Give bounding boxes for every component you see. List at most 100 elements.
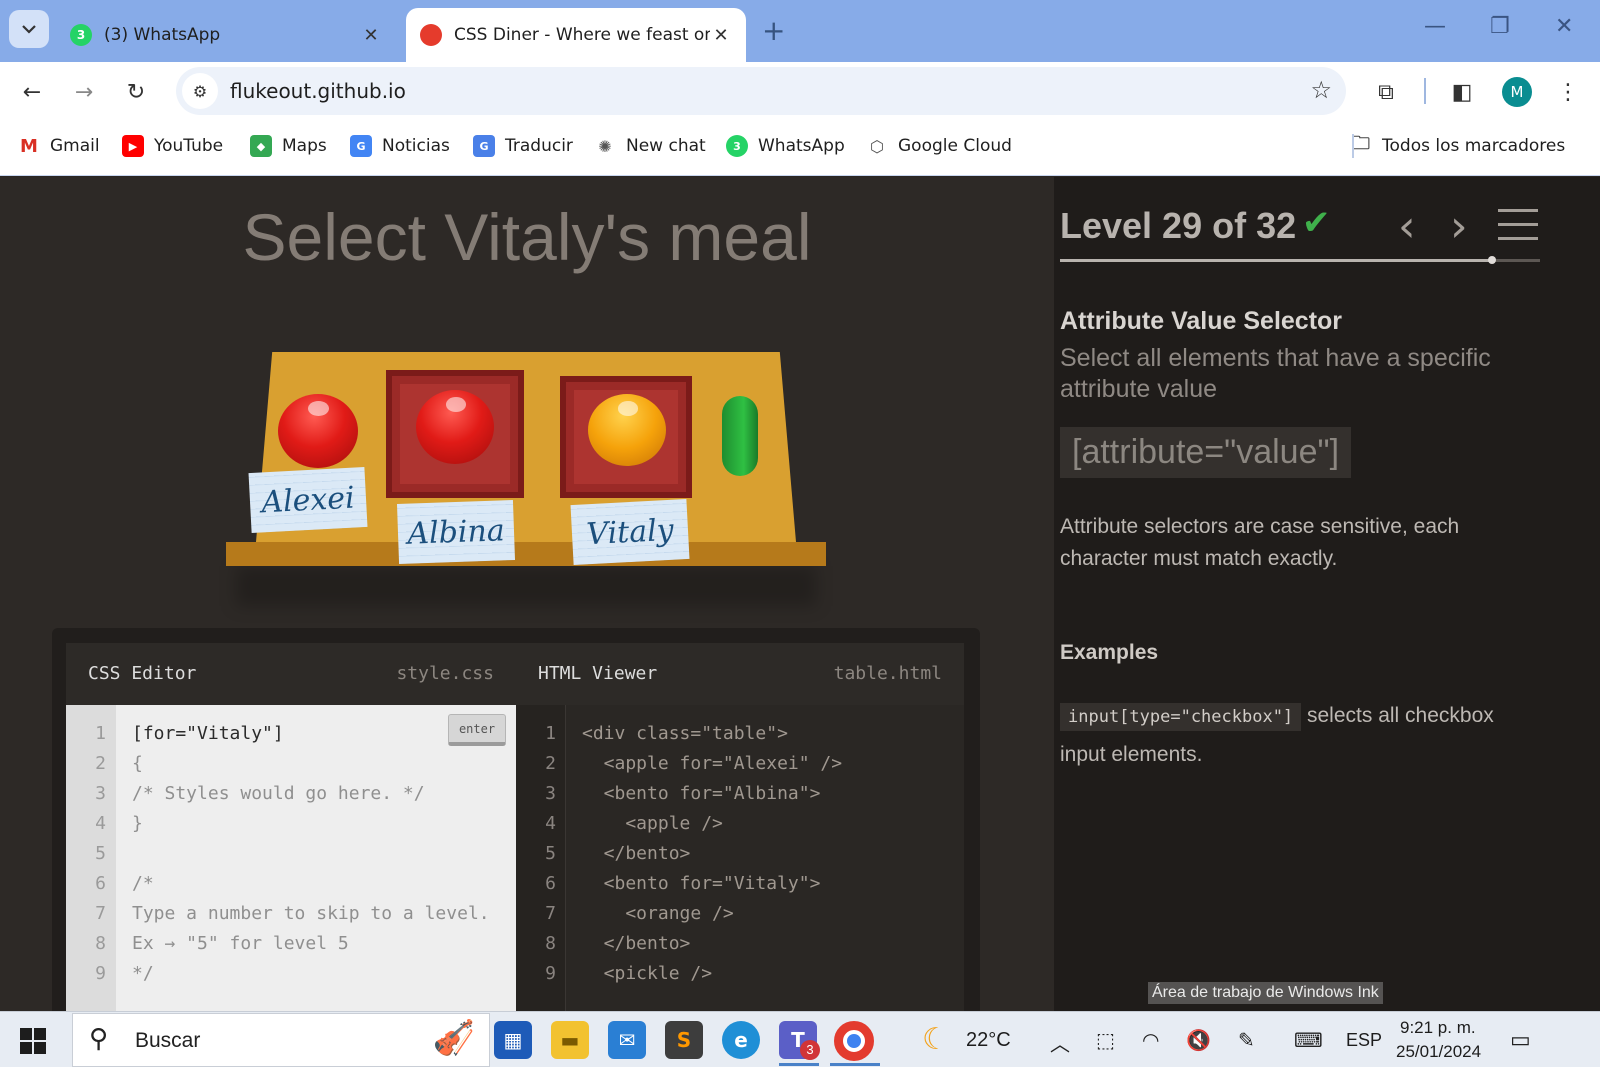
name-note: Alexei (248, 467, 368, 533)
bento-vitaly[interactable] (560, 376, 692, 498)
edge-icon[interactable]: e (722, 1021, 760, 1059)
html-viewer-header: HTML Viewer table.html (516, 643, 964, 705)
mail-icon[interactable]: ✉ (608, 1021, 646, 1059)
previous-level-icon[interactable]: ‹ (1398, 201, 1416, 252)
chevron-up-icon[interactable]: ︿ (1050, 1028, 1070, 1057)
html-code-line: </bento> (582, 843, 691, 864)
forward-button[interactable]: → (68, 76, 100, 108)
pen-icon[interactable]: ✎ (1238, 1028, 1255, 1052)
bookmark-gmail[interactable]: M Gmail (18, 135, 100, 157)
windows-start-icon[interactable] (20, 1028, 46, 1054)
enter-button[interactable]: enter (448, 714, 506, 746)
minimize-button[interactable]: — (1424, 14, 1446, 39)
profile-avatar[interactable]: M (1502, 77, 1532, 107)
apple[interactable] (278, 394, 358, 468)
youtube-icon: ▶ (122, 135, 144, 157)
toolbar: ← → ↻ ⚙ flukeout.github.io ☆ ⧉ ◧ M ⋮ (0, 62, 1600, 120)
whatsapp-icon: 3 (70, 24, 92, 46)
html-viewer-title: HTML Viewer (538, 663, 658, 684)
gmail-icon: M (18, 135, 40, 157)
volume-muted-icon[interactable]: 🔇 (1186, 1028, 1211, 1052)
site-info-icon[interactable]: ⚙ (182, 73, 218, 109)
apple[interactable] (416, 390, 494, 464)
line-number: 3 (545, 783, 556, 804)
line-number: 5 (95, 843, 106, 864)
bookmark-youtube[interactable]: ▶ YouTube (122, 135, 223, 157)
bookmark-maps[interactable]: ◆ Maps (250, 135, 327, 157)
tab-css-diner[interactable]: CSS Diner - Where we feast on CSS ✕ (406, 8, 746, 62)
line-number: 5 (545, 843, 556, 864)
new-tab-button[interactable]: + (762, 14, 785, 47)
wifi-icon[interactable]: ◠ (1142, 1028, 1159, 1052)
bookmark-new-chat[interactable]: ✺ New chat (594, 135, 706, 157)
translate-icon: G (473, 135, 495, 157)
line-number: 4 (545, 813, 556, 834)
pickle[interactable] (722, 396, 758, 476)
bookmark-google-cloud[interactable]: ⬡ Google Cloud (866, 135, 1012, 157)
html-code-line: <div class="table"> (582, 723, 788, 744)
active-app-indicator (830, 1063, 880, 1066)
close-window-button[interactable]: ✕ (1555, 14, 1573, 39)
side-panel-icon[interactable]: ◧ (1446, 76, 1478, 108)
next-level-icon[interactable]: › (1450, 201, 1468, 252)
line-number: 2 (545, 753, 556, 774)
meet-now-icon[interactable]: ⬚ (1096, 1028, 1115, 1052)
store-icon[interactable]: ▦ (494, 1021, 532, 1059)
extensions-icon[interactable]: ⧉ (1370, 76, 1402, 108)
line-number: 8 (545, 933, 556, 954)
tab-title: CSS Diner - Where we feast on CSS (454, 25, 710, 45)
bookmark-whatsapp[interactable]: 3 WhatsApp (726, 135, 845, 157)
address-bar[interactable]: ⚙ flukeout.github.io ☆ (176, 67, 1346, 115)
name-note: Albina (396, 499, 516, 565)
bookmark-star-icon[interactable]: ☆ (1310, 76, 1332, 104)
css-editor-header: CSS Editor style.css (66, 643, 516, 705)
line-number: 6 (95, 873, 106, 894)
bento-albina[interactable] (386, 370, 524, 498)
news-icon: G (350, 135, 372, 157)
html-code-line: <pickle /> (582, 963, 713, 984)
css-code-line: /* Styles would go here. */ (132, 783, 425, 804)
back-button[interactable]: ← (16, 76, 48, 108)
bookmark-noticias[interactable]: G Noticias (350, 135, 450, 157)
tab-search-button[interactable] (9, 10, 49, 48)
html-code-line: <apple for="Alexei" /> (582, 753, 843, 774)
file-explorer-icon[interactable]: ▬ (551, 1021, 589, 1059)
css-editor[interactable]: 1 [for="Vitaly"] 2 {3 /* Styles would go her… (66, 705, 516, 1011)
css-code-line: /* (132, 873, 154, 894)
tab-title: (3) WhatsApp (104, 25, 221, 45)
sublime-text-icon[interactable]: S (665, 1021, 703, 1059)
check-icon: ✔ (1302, 203, 1331, 243)
notifications-icon[interactable]: ▭ (1510, 1028, 1531, 1053)
close-icon[interactable]: ✕ (710, 25, 732, 46)
html-code-line: <apple /> (582, 813, 723, 834)
examples-title: Examples (1060, 641, 1159, 664)
line-number: 3 (95, 783, 106, 804)
orange[interactable] (588, 394, 666, 466)
css-input-line[interactable]: [for="Vitaly"] (132, 719, 284, 749)
chrome-icon[interactable] (834, 1021, 874, 1061)
moon-icon: ☾ (922, 1022, 949, 1057)
example-code: input[type="checkbox"] (1060, 703, 1302, 731)
line-number: 6 (545, 873, 556, 894)
weather-temp[interactable]: 22°C (966, 1029, 1011, 1052)
close-icon[interactable]: ✕ (360, 25, 382, 46)
taskbar-search[interactable]: ⚲ Buscar 🎻 (72, 1013, 490, 1067)
keyboard-icon[interactable]: ⌨ (1294, 1028, 1323, 1052)
clock-time[interactable]: 9:21 p. m. (1400, 1018, 1476, 1038)
url-text: flukeout.github.io (230, 79, 406, 103)
toolbar-divider (1424, 78, 1426, 104)
reload-button[interactable]: ↻ (120, 76, 152, 108)
bookmark-traducir[interactable]: G Traducir (473, 135, 573, 157)
selector-name: Attribute Value Selector (1060, 307, 1343, 335)
taskbar: ⚲ Buscar 🎻 ▦ ▬ ✉ S e T 3 ☾ 22°C ︿ ⬚ ◠ 🔇 … (0, 1011, 1600, 1067)
restore-button[interactable]: ❐ (1490, 14, 1510, 39)
level-menu-icon[interactable] (1498, 209, 1538, 241)
bookmarks-divider (1352, 134, 1354, 158)
all-bookmarks-folder[interactable]: 🗀 Todos los marcadores (1350, 133, 1565, 157)
violin-icon: 🎻 (432, 1018, 475, 1058)
clock-date[interactable]: 25/01/2024 (1396, 1042, 1481, 1062)
tab-whatsapp[interactable]: 3 (3) WhatsApp ✕ (56, 8, 396, 62)
input-language[interactable]: ESP (1346, 1030, 1382, 1051)
menu-icon[interactable]: ⋮ (1552, 76, 1584, 108)
line-number: 7 (95, 903, 106, 924)
